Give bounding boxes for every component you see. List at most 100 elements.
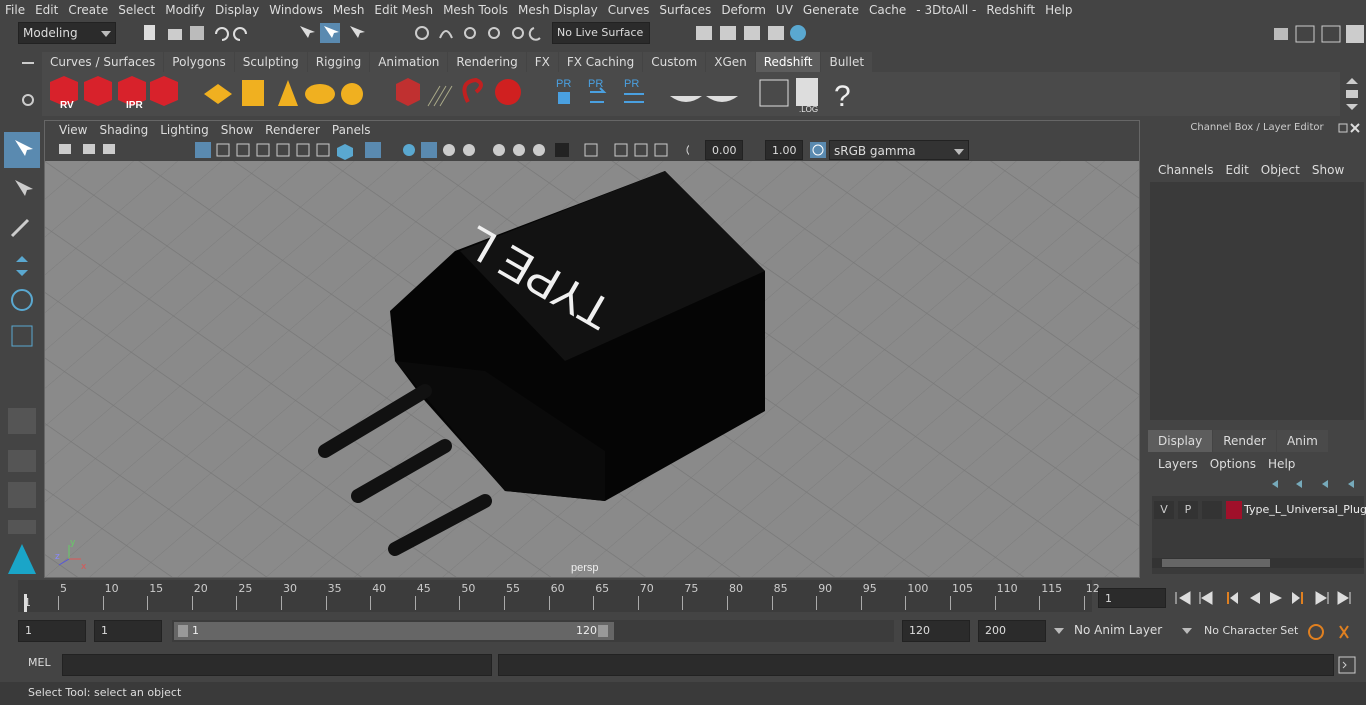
menu-edit[interactable]: Edit bbox=[30, 0, 63, 20]
layer-menu-options[interactable]: Options bbox=[1204, 454, 1262, 474]
shelf-tab-rigging[interactable]: Rigging bbox=[307, 52, 370, 72]
file-icons[interactable] bbox=[140, 22, 260, 44]
menu-3dtoall[interactable]: - 3DtoAll - bbox=[911, 0, 981, 20]
color-management-icon[interactable] bbox=[809, 141, 827, 159]
channel-menu-object[interactable]: Object bbox=[1255, 160, 1306, 180]
script-editor-icon[interactable] bbox=[1338, 656, 1356, 674]
playback-end-field[interactable]: 120 bbox=[902, 620, 970, 642]
shelf-tab-polygons[interactable]: Polygons bbox=[164, 52, 234, 72]
timeline-tick bbox=[191, 596, 193, 610]
shelf-tab-xgen[interactable]: XGen bbox=[706, 52, 755, 72]
menu-windows[interactable]: Windows bbox=[264, 0, 328, 20]
shelf-scroll-icon[interactable] bbox=[1344, 76, 1360, 112]
timeline-ruler[interactable]: 1 5 10 15 20 25 30 35 40 45 50 55 60 65 70 75 80 85 90 95 1… bbox=[18, 580, 1100, 612]
channel-menu-edit[interactable]: Edit bbox=[1220, 160, 1255, 180]
menu-uv[interactable]: UV bbox=[771, 0, 798, 20]
shelf-tab-bullet[interactable]: Bullet bbox=[821, 52, 873, 72]
panel-menu-lighting[interactable]: Lighting bbox=[154, 123, 215, 137]
selection-mask-icons[interactable] bbox=[296, 22, 376, 44]
menu-mesh-display[interactable]: Mesh Display bbox=[513, 0, 603, 20]
layer-menu-layers[interactable]: Layers bbox=[1152, 454, 1204, 474]
layer-playback-toggle[interactable]: P bbox=[1178, 501, 1198, 519]
anim-prefs-icons[interactable] bbox=[1306, 622, 1362, 642]
shelf-tab-rendering[interactable]: Rendering bbox=[448, 52, 526, 72]
3d-viewport[interactable]: TYPE L y z x persp bbox=[45, 161, 1139, 577]
channel-box-layer-editor: Channel Box / Layer Editor Channels Edit O… bbox=[1148, 120, 1366, 580]
close-icon[interactable] bbox=[1338, 122, 1362, 134]
end-frame-field[interactable]: 200 bbox=[978, 620, 1046, 642]
shelf-tab-custom[interactable]: Custom bbox=[643, 52, 706, 72]
shelf-tab-curves-surfaces[interactable]: Curves / Surfaces bbox=[42, 52, 164, 72]
mode-dropdown[interactable]: Modeling bbox=[18, 22, 116, 44]
script-language-label[interactable]: MEL bbox=[28, 656, 51, 669]
layer-scrollbar[interactable] bbox=[1152, 558, 1364, 568]
layer-tab-render[interactable]: Render bbox=[1213, 430, 1276, 452]
layer-color-swatch[interactable] bbox=[1226, 501, 1242, 519]
exposure-field[interactable]: 0.00 bbox=[705, 140, 743, 160]
playback-controls[interactable] bbox=[1172, 588, 1362, 608]
rs-light-icon bbox=[204, 84, 232, 104]
panel-menu-show[interactable]: Show bbox=[215, 123, 259, 137]
layer-menu-help[interactable]: Help bbox=[1262, 454, 1301, 474]
menu-deform[interactable]: Deform bbox=[716, 0, 771, 20]
menu-file[interactable]: File bbox=[0, 0, 30, 20]
channel-menu-channels[interactable]: Channels bbox=[1152, 160, 1220, 180]
panel-menu-shading[interactable]: Shading bbox=[93, 123, 154, 137]
menu-display[interactable]: Display bbox=[210, 0, 264, 20]
panel-menu-renderer[interactable]: Renderer bbox=[259, 123, 326, 137]
colorspace-dropdown[interactable]: sRGB gamma bbox=[829, 140, 969, 160]
svg-text:IPR: IPR bbox=[126, 100, 143, 111]
layer-tab-display[interactable]: Display bbox=[1148, 430, 1213, 452]
panel-menu-view[interactable]: View bbox=[53, 123, 93, 137]
character-set-dropdown[interactable]: No Character Set bbox=[1180, 620, 1300, 642]
shelf-tab-sculpting[interactable]: Sculpting bbox=[234, 52, 307, 72]
scene-canvas[interactable]: TYPE L y z x persp bbox=[45, 161, 1139, 577]
menu-create[interactable]: Create bbox=[63, 0, 113, 20]
menu-cache[interactable]: Cache bbox=[864, 0, 911, 20]
shelf-tab-animation[interactable]: Animation bbox=[370, 52, 448, 72]
command-input[interactable] bbox=[62, 654, 492, 676]
playback-start-field[interactable]: 1 bbox=[94, 620, 162, 642]
panel-menu-panels[interactable]: Panels bbox=[326, 123, 377, 137]
timeline-tick bbox=[281, 596, 282, 610]
menu-redshift[interactable]: Redshift bbox=[981, 0, 1040, 20]
layer-editor-menu: Layers Options Help bbox=[1148, 454, 1366, 474]
shelf-icons[interactable]: RV IPR PR PR PR .LOG ? bbox=[42, 72, 862, 116]
menu-surfaces[interactable]: Surfaces bbox=[654, 0, 716, 20]
workspace-icons[interactable] bbox=[1270, 22, 1366, 44]
range-slider[interactable]: 1 120 bbox=[172, 620, 894, 642]
layer-tool-icons[interactable] bbox=[1268, 476, 1364, 492]
channel-menu-show[interactable]: Show bbox=[1306, 160, 1350, 180]
current-frame-field[interactable]: 1 bbox=[1098, 588, 1166, 608]
menu-mesh[interactable]: Mesh bbox=[328, 0, 370, 20]
live-surface-field[interactable]: No Live Surface bbox=[552, 22, 650, 44]
menu-generate[interactable]: Generate bbox=[798, 0, 864, 20]
menu-modify[interactable]: Modify bbox=[160, 0, 210, 20]
shelf-settings-icon[interactable] bbox=[18, 54, 38, 114]
time-slider[interactable]: 1 5 10 15 20 25 30 35 40 45 50 55 60 65 70 75 80 85 90 95 1… bbox=[0, 580, 1366, 616]
layer-tab-anim[interactable]: Anim bbox=[1276, 430, 1328, 452]
snap-icons[interactable] bbox=[410, 22, 550, 44]
start-frame-field[interactable]: 1 bbox=[18, 620, 86, 642]
menu-curves[interactable]: Curves bbox=[603, 0, 655, 20]
anim-layer-dropdown[interactable]: No Anim Layer bbox=[1052, 620, 1192, 642]
render-icons[interactable] bbox=[690, 22, 820, 44]
gamma-field[interactable]: 1.00 bbox=[765, 140, 803, 160]
rs-hair-icon bbox=[427, 85, 453, 107]
anim-layer-label: No Anim Layer bbox=[1074, 623, 1163, 637]
menu-help[interactable]: Help bbox=[1040, 0, 1077, 20]
layer-visibility-toggle[interactable]: V bbox=[1154, 501, 1174, 519]
shelf-tab-redshift[interactable]: Redshift bbox=[755, 52, 821, 72]
menu-mesh-tools[interactable]: Mesh Tools bbox=[438, 0, 513, 20]
menu-select[interactable]: Select bbox=[113, 0, 160, 20]
layer-type-toggle[interactable] bbox=[1202, 501, 1222, 519]
layer-row[interactable]: V P Type_L_Universal_Plug bbox=[1152, 500, 1366, 520]
timeline-tick-label: 50 bbox=[461, 582, 476, 595]
channel-box-title: Channel Box / Layer Editor bbox=[1190, 122, 1324, 133]
menu-edit-mesh[interactable]: Edit Mesh bbox=[369, 0, 438, 20]
panel-tool-icons[interactable] bbox=[49, 140, 689, 160]
range-slider-handle[interactable]: 1 120 bbox=[174, 622, 614, 640]
shelf-tab-fx[interactable]: FX bbox=[526, 52, 558, 72]
rs-grid-icon bbox=[242, 80, 264, 106]
shelf-tab-fx-caching[interactable]: FX Caching bbox=[558, 52, 643, 72]
